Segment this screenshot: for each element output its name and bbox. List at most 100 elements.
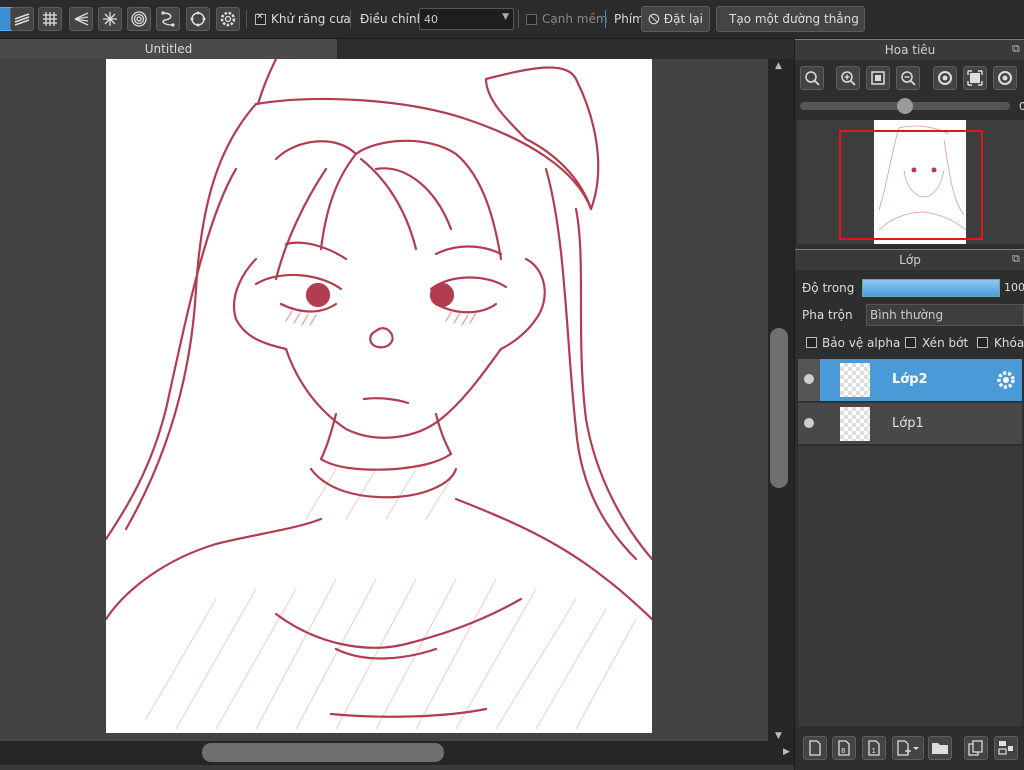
layer-name: Lớp1 [892,416,924,431]
curve-snap-button[interactable] [156,7,180,31]
shading-hatch [145,468,637,730]
vanishing-lines-icon [74,12,89,26]
reset-label: Đặt lại [663,12,703,26]
opacity-slider[interactable] [862,279,1000,297]
visibility-eye-icon[interactable] [804,374,814,384]
zoom-value: 0 [1019,100,1024,113]
antialias-checkbox[interactable] [255,12,266,25]
snap-settings-button[interactable] [216,7,240,31]
straight-line-button[interactable]: Tạo một đường thẳng [716,6,865,32]
navigator-popout-icon[interactable]: ⧉ [1012,42,1020,56]
new-layer-button[interactable] [803,736,827,760]
add-layer-icon [897,740,919,756]
adjust-combo[interactable]: 40 ▼ [419,8,514,30]
navigator-title: Hoa tiêu [884,43,936,57]
svg-text:1: 1 [872,747,876,755]
fit-icon [871,71,885,85]
grid-snap-button[interactable] [38,7,62,31]
chevron-down-icon: ▼ [502,12,509,22]
antialias-label: Khử răng cưa [271,12,351,26]
rotate-left-button[interactable] [933,66,957,90]
zoom-actual-button[interactable] [800,66,824,90]
zoom-out-button[interactable] [896,66,920,90]
new-page-icon [809,740,821,756]
new-1bit-layer-button[interactable]: 1 [862,736,886,760]
radial-snap-button[interactable] [98,7,122,31]
adjust-label: Điều chỉnh [360,12,425,26]
layer-name: Lớp2 [892,372,928,387]
soft-edge-checkbox[interactable] [526,14,537,25]
zoom-icon [805,71,820,86]
navigator-preview[interactable] [797,120,1024,244]
clip-checkbox[interactable] [905,337,916,348]
blend-mode-select[interactable]: Bình thường [866,304,1024,326]
scroll-right-arrow[interactable]: ▶ [783,747,790,757]
concentric-circles-icon [131,11,147,27]
toolbar: Khử răng cưa Điều chỉnh 40 ▼ Cạnh mềm Ph… [0,0,1024,39]
merge-icon [998,741,1013,755]
rotate-right-button[interactable] [993,66,1017,90]
rotate-left-icon [938,71,952,85]
rotate-right-icon [998,71,1012,85]
visibility-eye-icon[interactable] [804,418,814,428]
grid-icon [43,12,57,26]
gear-icon[interactable] [996,370,1016,390]
document-tab[interactable]: Untitled [0,39,337,59]
new-folder-button[interactable] [928,736,952,760]
zoom-in-icon [841,71,856,86]
ellipse-snap-button[interactable] [186,7,210,31]
reset-view-icon [967,70,983,86]
curve-icon [161,11,175,27]
radial-lines-icon [103,12,117,26]
scroll-up-arrow[interactable]: ▲ [775,61,782,71]
key-label: Phím [614,12,644,26]
protect-alpha-checkbox[interactable] [806,337,817,348]
merge-layer-button[interactable] [994,736,1018,760]
layers-popout-icon[interactable]: ⧉ [1012,252,1020,266]
reset-view-button[interactable] [963,66,987,90]
zoom-in-button[interactable] [836,66,860,90]
navigator-header: Hoa tiêu [795,39,1024,60]
concentric-snap-button[interactable] [127,7,151,31]
zoom-slider-knob[interactable] [897,98,913,114]
opacity-value: 100 [1004,281,1024,294]
layer-row-1[interactable]: Lớp1 [798,402,1022,444]
new-8bit-layer-button[interactable]: 8 [832,736,856,760]
protect-alpha-label: Bảo vệ alpha [822,336,901,350]
clip-label: Xén bớt [922,336,969,350]
parallel-snap-button[interactable] [10,7,34,31]
reset-button[interactable]: Đặt lại [641,6,710,32]
layers-header: Lớp [795,249,1024,270]
drawing-canvas[interactable] [104,59,654,733]
tab-strip [337,39,794,59]
perspective-snap-button[interactable] [69,7,93,31]
artwork-sketch [104,59,654,730]
1bit-page-icon: 1 [868,740,880,756]
layer-row-2[interactable]: Lớp2 [798,359,1022,401]
gear-icon [220,11,236,27]
blend-label: Pha trộn [802,308,853,322]
layer-thumbnail [840,407,870,441]
opacity-label: Độ trong [802,281,855,295]
horizontal-scroll-thumb[interactable] [202,743,444,762]
add-layer-menu-button[interactable] [892,736,924,760]
scroll-down-arrow[interactable]: ▼ [775,731,782,741]
adjust-value: 40 [424,13,438,26]
8bit-page-icon: 8 [838,740,850,756]
no-entry-icon [648,13,660,25]
zoom-out-icon [901,71,916,86]
fit-screen-button[interactable] [866,66,890,90]
ellipse-icon [190,11,206,27]
duplicate-layer-button[interactable] [964,736,988,760]
parallel-lines-icon [14,13,30,26]
duplicate-icon [968,740,983,756]
lock-checkbox[interactable] [977,337,988,348]
folder-icon [932,743,948,754]
line-art [104,59,654,718]
layer-list-empty [798,446,1022,726]
vertical-scroll-thumb[interactable] [770,328,788,488]
view-rectangle[interactable] [839,130,983,240]
straight-line-label: Tạo một đường thẳng [729,12,859,26]
blend-value: Bình thường [870,308,944,322]
canvas-area[interactable] [0,59,768,741]
